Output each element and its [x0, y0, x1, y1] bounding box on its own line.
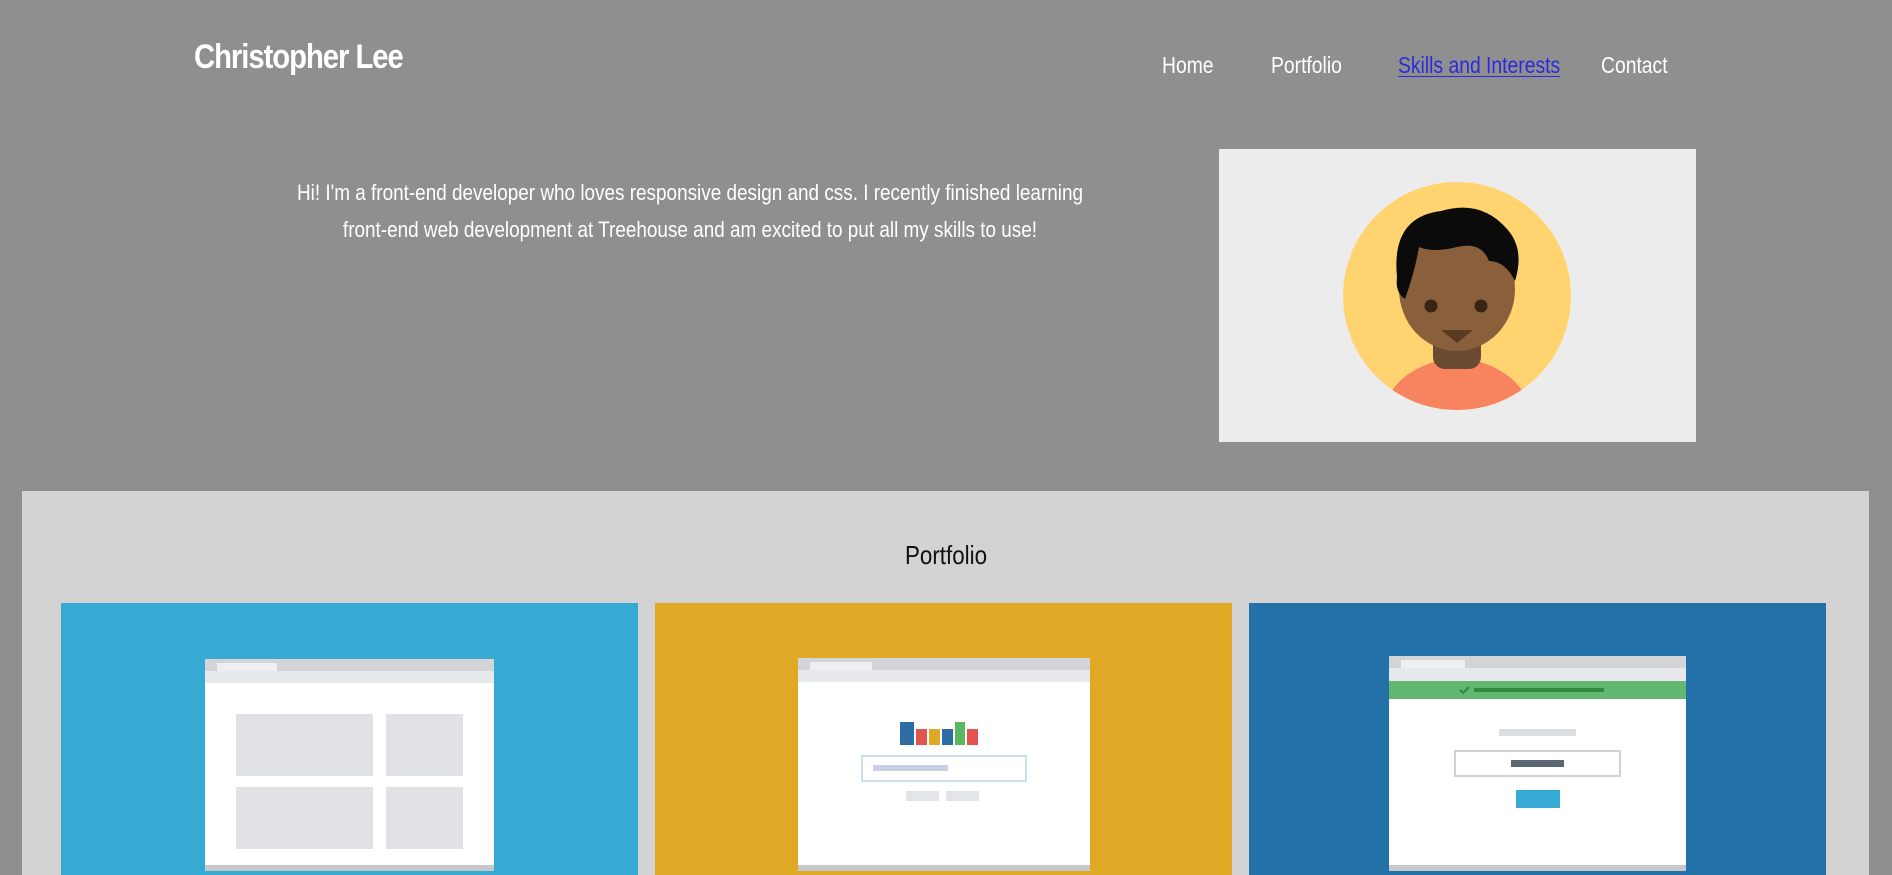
- page: Christopher Lee Home Portfolio Skills an…: [0, 0, 1892, 875]
- intro-text: Hi! I'm a front-end developer who loves …: [296, 180, 1084, 242]
- user-avatar-icon: [1343, 182, 1571, 410]
- portfolio-card-1[interactable]: [61, 603, 638, 875]
- portfolio-title: Portfolio: [904, 540, 988, 570]
- nav-link-skills-and-interests[interactable]: Skills and Interests: [1398, 52, 1560, 79]
- main-nav: Home Portfolio Skills and Interests Cont…: [0, 52, 1892, 92]
- nav-link-contact[interactable]: Contact: [1601, 52, 1668, 79]
- layout-grid-illustration: [205, 659, 494, 871]
- portfolio-card-2[interactable]: [655, 603, 1232, 875]
- portfolio-card-3[interactable]: [1249, 603, 1826, 875]
- success-form-illustration: [1389, 656, 1686, 871]
- bar-chart-form-illustration: [798, 658, 1090, 871]
- avatar-image: [1219, 149, 1696, 442]
- nav-link-portfolio[interactable]: Portfolio: [1271, 52, 1342, 79]
- nav-link-home[interactable]: Home: [1162, 52, 1214, 79]
